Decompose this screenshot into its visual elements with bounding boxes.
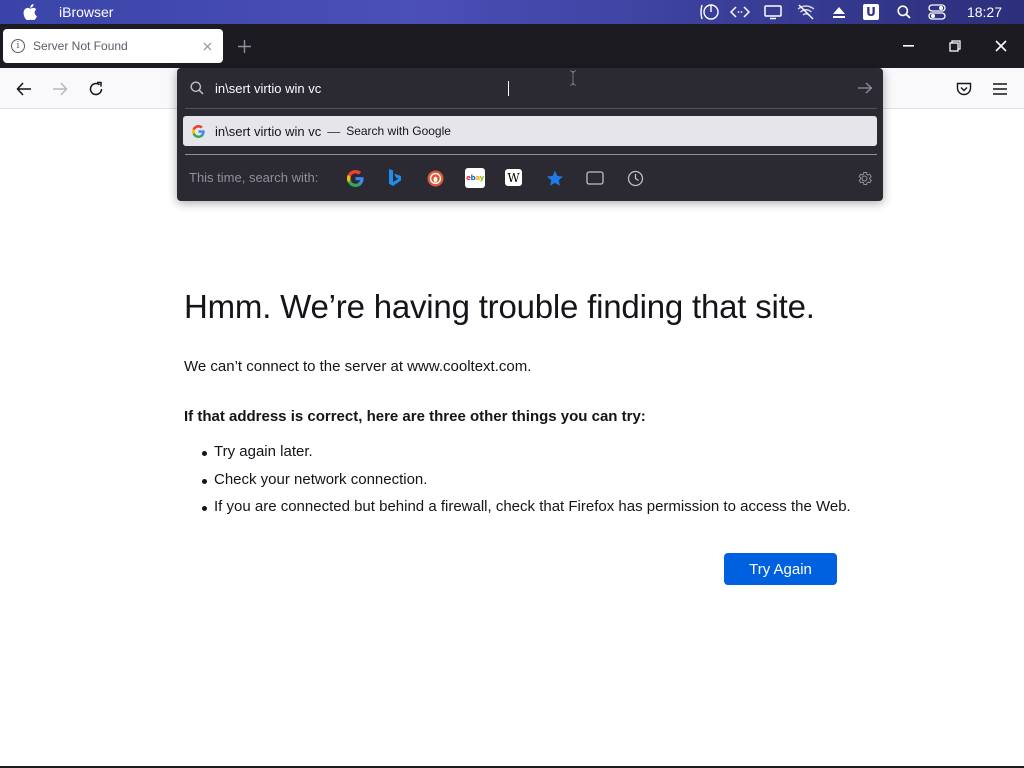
urlbar-popup: in\sert virtio win vc — Search with Goog… <box>177 68 883 201</box>
settings-gear-icon[interactable] <box>855 169 873 187</box>
error-title: Hmm. We’re having trouble finding that s… <box>184 288 815 325</box>
apple-icon[interactable] <box>21 3 39 21</box>
eject-icon[interactable] <box>823 0 855 24</box>
reload-button[interactable] <box>83 76 109 102</box>
text-caret <box>508 81 509 96</box>
display-icon[interactable] <box>757 0 789 24</box>
u-app-icon[interactable]: U <box>855 0 887 24</box>
try-again-button[interactable]: Try Again <box>724 553 837 585</box>
suggestion-action: Search with Google <box>346 124 451 138</box>
restore-button[interactable] <box>932 24 978 68</box>
search-with-label: This time, search with: <box>189 170 319 185</box>
divider <box>185 154 877 155</box>
list-item: If you are connected but behind a firewa… <box>184 498 851 526</box>
urlbar <box>177 68 883 108</box>
minimize-button[interactable] <box>886 24 932 68</box>
duckduckgo-icon[interactable] <box>425 168 445 188</box>
search-icon <box>189 80 205 96</box>
close-tab-icon[interactable] <box>199 38 215 54</box>
error-suggestions-list: Try again later. Check your network conn… <box>184 443 851 526</box>
menu-icon[interactable] <box>987 76 1013 102</box>
suggestion-query: in\sert virtio win vc <box>215 123 322 139</box>
list-item: Try again later. <box>184 443 851 471</box>
code-icon[interactable] <box>723 0 757 24</box>
divider <box>185 108 877 109</box>
pocket-icon[interactable] <box>951 76 977 102</box>
bookmarks-icon[interactable] <box>545 168 565 188</box>
tab-strip: i Server Not Found <box>0 24 1024 68</box>
close-window-button[interactable] <box>978 24 1024 68</box>
clock[interactable]: 18:27 <box>967 4 1002 20</box>
error-description: We can’t connect to the server at www.co… <box>184 358 532 375</box>
bing-icon[interactable] <box>385 168 405 188</box>
url-input[interactable] <box>215 80 815 96</box>
wifi-off-icon[interactable] <box>789 0 823 24</box>
control-center-icon[interactable] <box>921 0 953 24</box>
tabs-icon[interactable] <box>585 168 605 188</box>
google-icon <box>191 124 205 138</box>
text-cursor-icon <box>568 70 578 86</box>
app-name[interactable]: iBrowser <box>59 4 113 20</box>
error-suggestions-heading: If that address is correct, here are thr… <box>184 408 646 425</box>
search-suggestion-row[interactable]: in\sert virtio win vc — Search with Goog… <box>183 116 877 146</box>
list-item: Check your network connection. <box>184 471 851 499</box>
power-icon[interactable] <box>697 0 723 24</box>
go-arrow-icon[interactable] <box>857 80 873 96</box>
history-icon[interactable] <box>625 168 645 188</box>
google-icon[interactable] <box>345 168 365 188</box>
tab-server-not-found[interactable]: i Server Not Found <box>3 29 223 63</box>
wikipedia-icon[interactable]: W <box>505 169 522 186</box>
ebay-icon[interactable]: ebay <box>465 168 485 188</box>
system-menu-bar: iBrowser U 18:27 <box>0 0 1024 24</box>
info-icon: i <box>11 39 25 53</box>
suggestion-dash: — <box>327 123 341 139</box>
forward-button[interactable] <box>47 76 73 102</box>
back-button[interactable] <box>11 76 37 102</box>
new-tab-button[interactable] <box>234 36 254 56</box>
tab-title: Server Not Found <box>33 39 128 53</box>
search-icon[interactable] <box>887 0 921 24</box>
